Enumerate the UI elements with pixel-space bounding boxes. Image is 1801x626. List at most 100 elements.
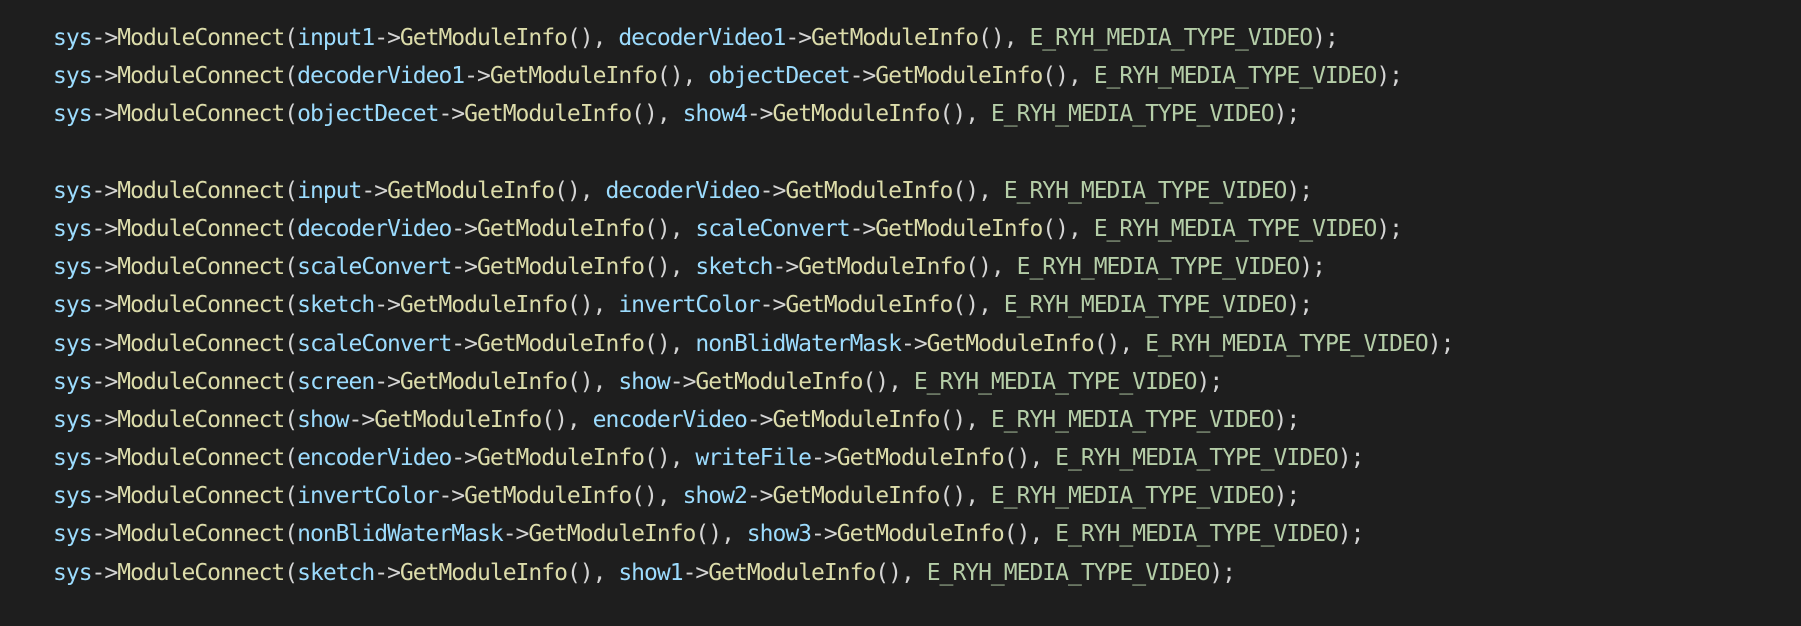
token-punctuation: (), (644, 445, 696, 472)
token-function-name: GetModuleInfo (489, 63, 658, 90)
token-enum-constant: E_RYH_MEDIA_TYPE_VIDEO (990, 483, 1275, 510)
token-punctuation: (), (978, 25, 1030, 51)
token-function-name: GetModuleInfo (772, 406, 941, 433)
token-identifier: invertColor (297, 483, 439, 510)
token-function-name: ModuleConnect (117, 483, 285, 510)
token-function-name: ModuleConnect (117, 559, 285, 586)
token-identifier: scaleConvert (695, 215, 850, 242)
token-enum-constant: E_RYH_MEDIA_TYPE_VIDEO (1003, 177, 1288, 204)
code-line[interactable]: sys->ModuleConnect(decoderVideo1->GetMod… (53, 57, 1453, 95)
code-line[interactable]: sys->ModuleConnect(invertColor->GetModul… (53, 477, 1453, 515)
token-identifier: input1 (297, 25, 375, 51)
token-punctuation: -> (438, 483, 465, 510)
token-function-name: ModuleConnect (117, 368, 285, 395)
token-punctuation: (), (1042, 63, 1094, 90)
token-function-name: GetModuleInfo (528, 521, 696, 548)
code-line[interactable]: sys->ModuleConnect(decoderVideo->GetModu… (53, 210, 1453, 248)
token-function-name: GetModuleInfo (875, 63, 1043, 90)
token-identifier: sys (53, 445, 93, 472)
code-line[interactable]: sys->ModuleConnect(encoderVideo->GetModu… (53, 439, 1453, 477)
token-punctuation: -> (438, 101, 465, 128)
token-punctuation: -> (91, 177, 119, 204)
blank-line[interactable] (53, 134, 1453, 172)
token-punctuation: (), (644, 330, 696, 357)
token-punctuation: (), (952, 292, 1004, 319)
code-line[interactable]: sys->ModuleConnect(sketch->GetModuleInfo… (53, 554, 1453, 592)
token-punctuation: (), (656, 63, 709, 90)
token-identifier: nonBlidWaterMask (695, 330, 902, 357)
token-punctuation: -> (91, 406, 119, 433)
token-identifier: sys (53, 25, 93, 51)
token-punctuation: -> (374, 368, 401, 395)
token-punctuation: ); (1209, 559, 1236, 586)
token-punctuation: (), (566, 292, 619, 319)
token-punctuation: ( (284, 483, 298, 510)
code-line[interactable]: sys->ModuleConnect(scaleConvert->GetModu… (53, 248, 1453, 286)
code-line[interactable]: sys->ModuleConnect(objectDecet->GetModul… (53, 95, 1453, 133)
token-punctuation: (), (644, 254, 696, 281)
code-line[interactable]: sys->ModuleConnect(nonBlidWaterMask->Get… (53, 515, 1453, 553)
token-punctuation: -> (91, 445, 119, 472)
token-identifier: invertColor (618, 292, 760, 319)
token-punctuation: ); (1273, 483, 1301, 510)
token-punctuation: -> (348, 406, 376, 433)
token-function-name: GetModuleInfo (477, 254, 645, 281)
code-block[interactable]: sys->ModuleConnect(input1->GetModuleInfo… (53, 19, 1454, 592)
token-identifier: scaleConvert (297, 254, 452, 281)
token-identifier: sketch (695, 254, 773, 281)
token-punctuation: (), (644, 215, 696, 242)
token-punctuation: -> (682, 559, 710, 586)
code-line[interactable]: sys->ModuleConnect(screen->GetModuleInfo… (53, 363, 1453, 401)
token-punctuation: (), (554, 177, 606, 204)
token-punctuation: ); (1337, 521, 1365, 548)
token-enum-constant: E_RYH_MEDIA_TYPE_VIDEO (1145, 330, 1429, 357)
token-function-name: GetModuleInfo (836, 445, 1005, 472)
token-identifier: sys (53, 63, 93, 90)
token-function-name: GetModuleInfo (477, 215, 645, 242)
token-identifier: sys (53, 559, 93, 586)
token-punctuation: -> (502, 521, 530, 548)
token-punctuation: -> (91, 368, 119, 395)
token-identifier: sys (53, 330, 93, 357)
code-line[interactable]: sys->ModuleConnect(show->GetModuleInfo()… (53, 401, 1453, 439)
token-punctuation: -> (374, 25, 401, 51)
token-punctuation: -> (811, 445, 838, 472)
token-punctuation: (), (541, 406, 593, 433)
token-function-name: ModuleConnect (117, 177, 285, 204)
token-identifier: show (297, 406, 349, 433)
code-line[interactable]: sys->ModuleConnect(input->GetModuleInfo(… (53, 172, 1453, 210)
code-line[interactable]: sys->ModuleConnect(input1->GetModuleInfo… (53, 19, 1453, 57)
code-editor[interactable]: sys->ModuleConnect(input1->GetModuleInfo… (0, 0, 1801, 626)
token-punctuation: (), (965, 254, 1017, 281)
token-punctuation: (), (875, 559, 927, 586)
token-identifier: sketch (297, 559, 375, 586)
token-punctuation: -> (464, 63, 491, 90)
token-punctuation: (), (1003, 445, 1056, 472)
token-identifier: sketch (297, 292, 375, 319)
code-line[interactable]: sys->ModuleConnect(sketch->GetModuleInfo… (53, 286, 1453, 324)
token-function-name: ModuleConnect (117, 406, 285, 433)
token-punctuation: -> (451, 254, 478, 281)
token-identifier: decoderVideo1 (297, 63, 465, 90)
token-punctuation: ( (284, 559, 298, 586)
token-punctuation: ); (1312, 25, 1339, 51)
token-enum-constant: E_RYH_MEDIA_TYPE_VIDEO (1055, 521, 1339, 548)
token-punctuation: -> (900, 330, 928, 357)
token-punctuation: ( (284, 177, 298, 204)
token-punctuation: -> (759, 292, 787, 319)
token-punctuation: ( (284, 368, 298, 395)
token-identifier: sys (53, 215, 93, 242)
token-punctuation: -> (91, 483, 119, 510)
token-punctuation: (), (566, 25, 619, 51)
token-punctuation: -> (849, 63, 877, 90)
token-identifier: sys (53, 254, 93, 281)
token-function-name: ModuleConnect (117, 521, 285, 548)
token-function-name: GetModuleInfo (477, 445, 645, 472)
code-line[interactable]: sys->ModuleConnect(scaleConvert->GetModu… (53, 325, 1454, 363)
token-identifier: sys (53, 177, 93, 204)
token-punctuation: -> (772, 254, 800, 281)
token-punctuation: -> (91, 215, 119, 242)
token-punctuation: (), (939, 483, 991, 510)
token-punctuation: -> (361, 177, 388, 204)
token-enum-constant: E_RYH_MEDIA_TYPE_VIDEO (926, 559, 1211, 586)
